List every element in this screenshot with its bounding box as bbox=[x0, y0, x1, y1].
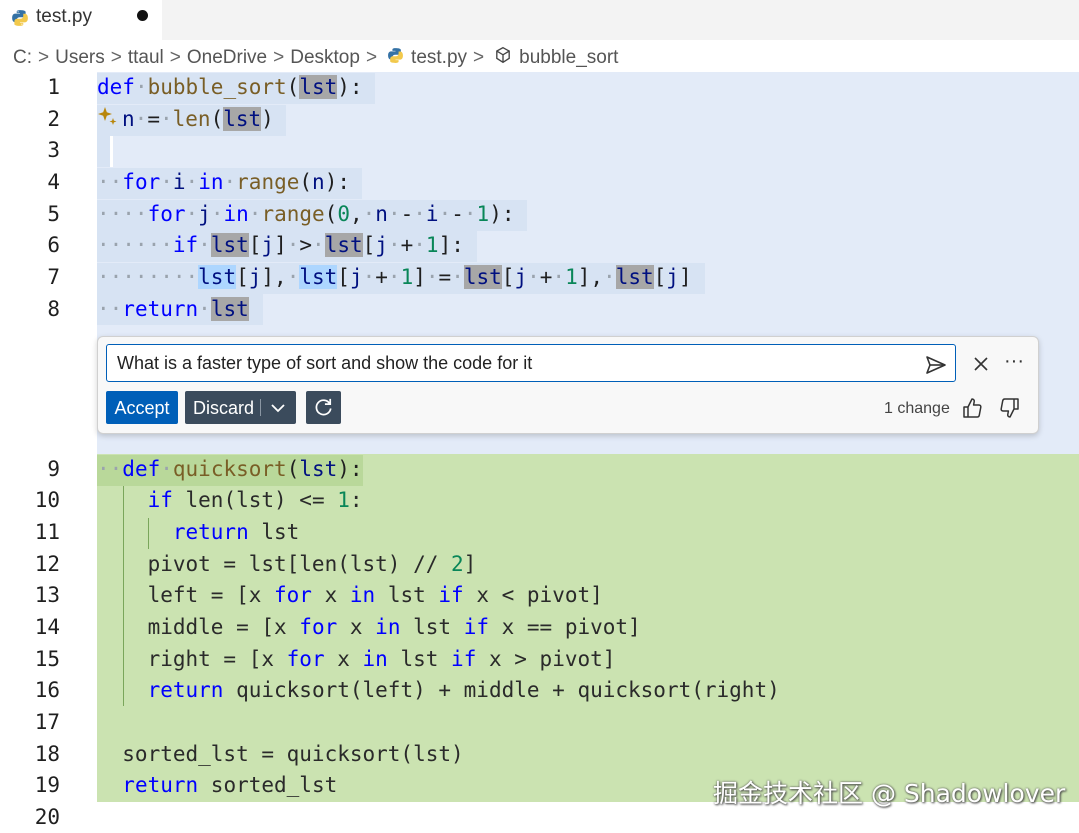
breadcrumb: C: > Users > ttaul > OneDrive > Desktop > tes… bbox=[13, 46, 618, 70]
code-line-7[interactable]: ········lst[j],·lst[j·+·1]·=·lst[j·+·1],… bbox=[97, 262, 692, 293]
code-line-18[interactable]: sorted_lst = quicksort(lst) bbox=[97, 739, 463, 770]
chevron-right-icon: > bbox=[110, 47, 122, 68]
tab-label: test.py bbox=[36, 6, 92, 27]
python-icon bbox=[387, 47, 404, 70]
code-line-4[interactable]: ··for·i·in·range(n): bbox=[97, 167, 350, 198]
line-number[interactable]: 20 bbox=[0, 802, 60, 833]
breadcrumb-user[interactable]: ttaul bbox=[128, 47, 164, 69]
line-number[interactable]: 10 bbox=[0, 485, 60, 516]
code-line-6[interactable]: ······if·lst[j]·>·lst[j·+·1]: bbox=[97, 230, 464, 261]
inline-chat-widget: ··· Accept Discard 1 change bbox=[97, 336, 1039, 434]
breadcrumb-onedrive[interactable]: OneDrive bbox=[187, 47, 267, 69]
code-line-9[interactable]: ··def·quicksort(lst): bbox=[97, 454, 363, 485]
code-line-5[interactable]: ····for·j·in·range(0,·n·-·i·-·1): bbox=[97, 199, 514, 230]
line-number[interactable]: 8 bbox=[0, 294, 60, 325]
line-number[interactable]: 2 bbox=[0, 104, 60, 135]
send-icon[interactable] bbox=[924, 353, 948, 377]
line-number[interactable]: 11 bbox=[0, 517, 60, 548]
code-line-19[interactable]: return sorted_lst bbox=[97, 770, 337, 801]
watermark: 掘金技术社区 @ Shadowlover bbox=[713, 779, 1066, 808]
line-number[interactable]: 6 bbox=[0, 230, 60, 261]
line-number[interactable]: 16 bbox=[0, 675, 60, 706]
chevron-down-icon[interactable] bbox=[269, 400, 287, 421]
refresh-icon bbox=[312, 396, 335, 423]
chevron-right-icon: > bbox=[365, 47, 378, 68]
line-number[interactable]: 12 bbox=[0, 549, 60, 580]
change-count: 1 change bbox=[884, 400, 950, 417]
line-number[interactable]: 5 bbox=[0, 199, 60, 230]
discard-label: Discard bbox=[193, 398, 255, 418]
symbol-method-icon bbox=[494, 46, 512, 70]
chat-prompt-input[interactable] bbox=[106, 344, 956, 382]
chevron-right-icon: > bbox=[273, 47, 285, 68]
chevron-right-icon: > bbox=[38, 47, 50, 68]
breadcrumb-drive[interactable]: C: bbox=[13, 47, 32, 69]
code-line-8[interactable]: ··return·lst bbox=[97, 294, 249, 325]
chevron-right-icon: > bbox=[169, 47, 181, 68]
accept-button[interactable]: Accept bbox=[106, 391, 178, 424]
line-number[interactable]: 14 bbox=[0, 612, 60, 643]
line-number[interactable]: 18 bbox=[0, 739, 60, 770]
rerun-button[interactable] bbox=[306, 391, 341, 424]
breadcrumb-desktop[interactable]: Desktop bbox=[290, 47, 360, 69]
thumbs-down-icon[interactable] bbox=[999, 397, 1021, 423]
more-actions-button[interactable]: ··· bbox=[1002, 351, 1026, 373]
code-line-12[interactable]: pivot = lst[len(lst) // 2] bbox=[97, 549, 477, 580]
tab-test-py[interactable]: test.py bbox=[0, 0, 162, 40]
code-line-16[interactable]: return quicksort(left) + middle + quicks… bbox=[97, 675, 780, 706]
code-line-1[interactable]: def·bubble_sort(lst): bbox=[97, 72, 363, 103]
chevron-right-icon: > bbox=[473, 47, 485, 68]
code-line-13[interactable]: left = [x for x in lst if x < pivot] bbox=[97, 580, 603, 611]
breadcrumb-symbol[interactable]: bubble_sort bbox=[519, 47, 618, 69]
code-line-11[interactable]: return lst bbox=[97, 517, 299, 548]
line-number[interactable]: 17 bbox=[0, 707, 60, 738]
line-number[interactable]: 15 bbox=[0, 644, 60, 675]
tab-bar: test.py bbox=[0, 0, 1079, 40]
code-line-14[interactable]: middle = [x for x in lst if x == pivot] bbox=[97, 612, 641, 643]
thumbs-up-icon[interactable] bbox=[961, 397, 983, 423]
python-icon bbox=[11, 9, 29, 31]
line-number[interactable]: 9 bbox=[0, 454, 60, 485]
line-number[interactable]: 13 bbox=[0, 580, 60, 611]
code-line-15[interactable]: right = [x for x in lst if x > pivot] bbox=[97, 644, 616, 675]
line-number[interactable]: 3 bbox=[0, 135, 60, 166]
breadcrumb-users[interactable]: Users bbox=[55, 47, 105, 69]
unsaved-dot-icon[interactable] bbox=[137, 10, 148, 21]
selection-line-3-gap bbox=[110, 136, 113, 167]
line-number[interactable]: 7 bbox=[0, 262, 60, 293]
discard-button[interactable]: Discard bbox=[185, 391, 296, 424]
code-line-2[interactable]: n·=·len(lst) bbox=[122, 104, 274, 135]
line-number[interactable]: 19 bbox=[0, 770, 60, 801]
line-number[interactable]: 4 bbox=[0, 167, 60, 198]
close-icon[interactable] bbox=[971, 354, 991, 374]
sparkle-icon[interactable] bbox=[97, 106, 119, 132]
line-number[interactable]: 1 bbox=[0, 72, 60, 103]
code-line-10[interactable]: if len(lst) <= 1: bbox=[97, 485, 363, 516]
split-divider bbox=[260, 399, 261, 416]
breadcrumb-file[interactable]: test.py bbox=[411, 47, 467, 69]
